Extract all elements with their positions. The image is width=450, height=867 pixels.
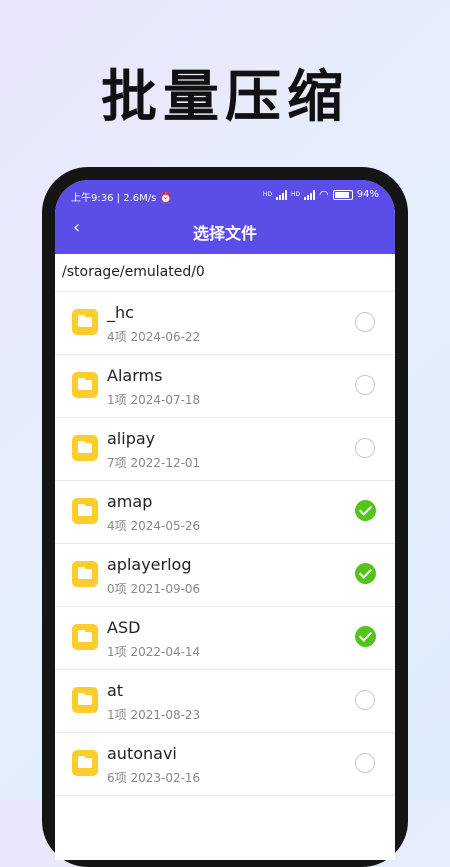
folder-icon <box>72 498 98 524</box>
status-bar: 上午9:36 | 2.6M/s ⏰ HD HD ◠ 94% <box>71 188 379 204</box>
phone-frame: 上午9:36 | 2.6M/s ⏰ HD HD ◠ 94% ‹ 选择文件 /st… <box>42 167 408 867</box>
promo-title: 批量压缩 <box>101 65 349 130</box>
file-name: amap <box>107 492 153 511</box>
battery-level: 94% <box>356 189 379 200</box>
current-path: /storage/emulated/0 <box>55 254 395 292</box>
status-time: 上午9:36 <box>71 193 114 204</box>
folder-icon <box>72 309 98 335</box>
folder-icon <box>72 687 98 713</box>
file-row[interactable]: alipay 7项 2022-12-01 <box>55 418 395 481</box>
unchecked-circle-icon[interactable] <box>355 438 375 458</box>
folder-icon <box>72 435 98 461</box>
unchecked-circle-icon[interactable] <box>355 753 375 773</box>
signal-icon <box>304 189 316 200</box>
file-row[interactable]: autonavi 6项 2023-02-16 <box>55 733 395 796</box>
file-name: aplayerlog <box>107 555 192 574</box>
status-speed: 2.6M/s <box>123 193 157 204</box>
file-row[interactable]: _hc 4项 2024-06-22 <box>55 292 395 355</box>
file-row[interactable]: aplayerlog 0项 2021-09-06 <box>55 544 395 607</box>
checked-circle-icon[interactable] <box>355 500 376 521</box>
file-meta: 7项 2022-12-01 <box>107 456 201 470</box>
alarm-icon: ⏰ <box>159 193 172 204</box>
file-meta: 4项 2024-05-26 <box>107 519 201 533</box>
folder-icon <box>72 624 98 650</box>
screen: 上午9:36 | 2.6M/s ⏰ HD HD ◠ 94% ‹ 选择文件 /st… <box>55 180 395 860</box>
file-name: autonavi <box>107 744 177 763</box>
net-label-2: HD <box>291 191 301 198</box>
unchecked-circle-icon[interactable] <box>355 690 375 710</box>
file-name: ASD <box>107 618 141 637</box>
file-name: alipay <box>107 429 156 448</box>
file-name: _hc <box>107 303 134 322</box>
file-name: Alarms <box>107 366 163 385</box>
file-name: at <box>107 681 124 700</box>
file-meta: 1项 2021-08-23 <box>107 708 201 722</box>
unchecked-circle-icon[interactable] <box>355 375 375 395</box>
file-meta: 1项 2022-04-14 <box>107 645 201 659</box>
unchecked-circle-icon[interactable] <box>355 312 375 332</box>
folder-icon <box>72 372 98 398</box>
battery-icon <box>332 189 353 200</box>
page-title: 选择文件 <box>192 224 257 243</box>
checked-circle-icon[interactable] <box>355 626 376 647</box>
file-row[interactable]: amap 4项 2024-05-26 <box>55 481 395 544</box>
net-label-1: HD <box>262 191 273 198</box>
file-meta: 4项 2024-06-22 <box>107 330 201 344</box>
file-meta: 0项 2021-09-06 <box>107 582 201 596</box>
app-bar: 上午9:36 | 2.6M/s ⏰ HD HD ◠ 94% ‹ 选择文件 <box>55 180 395 254</box>
wifi-icon: ◠ <box>319 188 329 201</box>
checked-circle-icon[interactable] <box>355 563 376 584</box>
file-row[interactable]: Alarms 1项 2024-07-18 <box>55 355 395 418</box>
file-row[interactable]: at 1项 2021-08-23 <box>55 670 395 733</box>
file-meta: 1项 2024-07-18 <box>107 393 201 407</box>
file-row[interactable]: ASD 1项 2022-04-14 <box>55 607 395 670</box>
file-meta: 6项 2023-02-16 <box>107 771 201 785</box>
folder-icon <box>72 561 98 587</box>
folder-icon <box>72 750 98 776</box>
file-list: _hc 4项 2024-06-22 Alarms 1项 2024-07-18 alipa… <box>55 292 395 796</box>
signal-icon <box>276 189 288 200</box>
